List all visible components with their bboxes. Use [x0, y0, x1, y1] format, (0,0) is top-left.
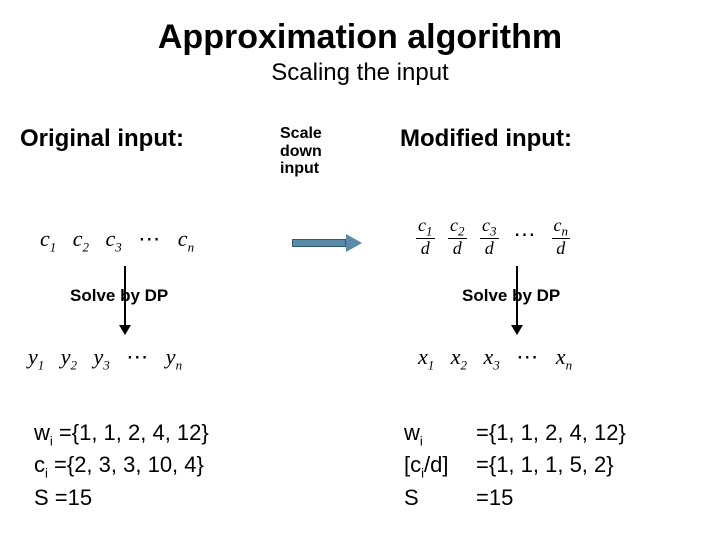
scale-l2: down	[280, 143, 322, 160]
sequence-y: y1 y2 y3 ⋯ yn	[28, 344, 182, 373]
scale-l3: input	[280, 160, 319, 177]
sequence-c-over-d: c1d c2d c3d ⋯ cnd	[412, 216, 574, 257]
s-row-left: S =15	[34, 485, 209, 511]
sequence-c-original: c1 c2 c3 ⋯ cn	[40, 226, 194, 255]
c-row-right: [ci/d]={1, 1, 1, 5, 2}	[404, 452, 626, 480]
values-right: wi={1, 1, 2, 4, 12} [ci/d]={1, 1, 1, 5, …	[404, 420, 626, 515]
w-row-left: wi ={1, 1, 2, 4, 12}	[34, 420, 209, 448]
slide-subtitle: Scaling the input	[0, 59, 720, 87]
w-row-right: wi={1, 1, 2, 4, 12}	[404, 420, 626, 448]
solve-by-dp-right: Solve by DP	[462, 286, 560, 306]
modified-input-header: Modified input:	[400, 125, 572, 153]
arrow-right-icon	[292, 236, 362, 250]
s-row-right: S=15	[404, 485, 626, 511]
solve-by-dp-left: Solve by DP	[70, 286, 168, 306]
original-input-header: Original input:	[20, 125, 280, 153]
headers-row: Original input: Scale down input Modifie…	[0, 125, 720, 178]
arrow-down-right-icon	[516, 266, 518, 334]
slide-title: Approximation algorithm	[0, 18, 720, 57]
values-left: wi ={1, 1, 2, 4, 12} ci ={2, 3, 3, 10, 4…	[34, 420, 209, 515]
sequence-x: x1 x2 x3 ⋯ xn	[418, 344, 572, 373]
arrow-down-left-icon	[124, 266, 126, 334]
scale-l1: Scale	[280, 125, 322, 142]
scale-down-label: Scale down input	[280, 125, 360, 178]
c-row-left: ci ={2, 3, 3, 10, 4}	[34, 452, 209, 480]
